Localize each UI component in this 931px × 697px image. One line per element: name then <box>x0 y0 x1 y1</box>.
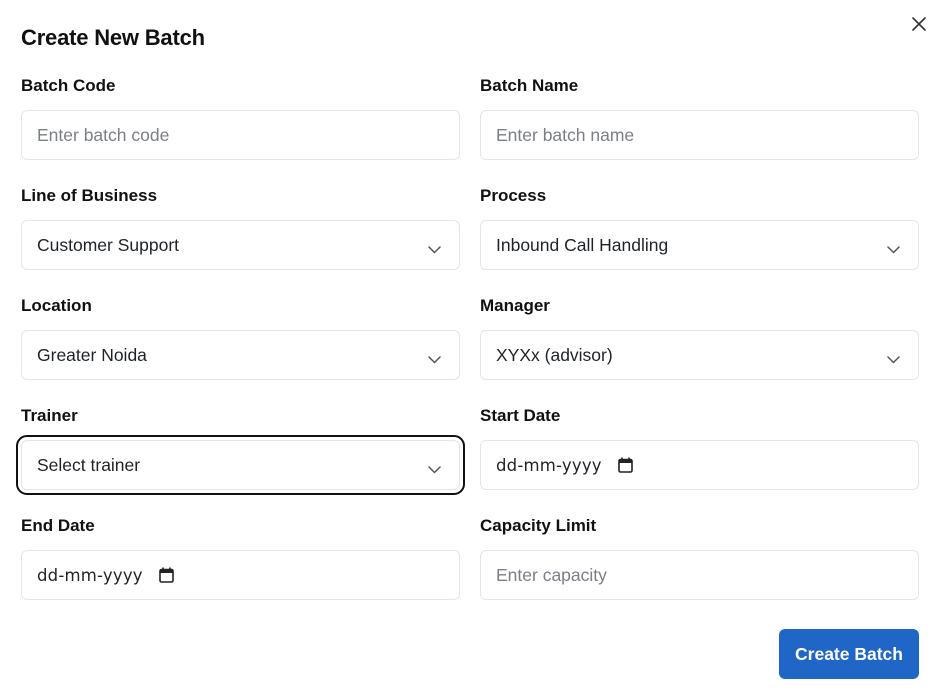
dialog-title: Create New Batch <box>21 25 205 50</box>
batch-name-field: Batch Name Enter batch name <box>480 75 919 160</box>
calendar-icon[interactable] <box>158 567 174 583</box>
manager-select[interactable]: XYXx (advisor) <box>480 330 919 380</box>
chevron-down-icon <box>887 238 900 259</box>
end-date-label: End Date <box>21 516 95 535</box>
batch-code-field: Batch Code Enter batch code <box>21 75 460 160</box>
line-of-business-field: Line of Business Customer Support <box>21 185 460 270</box>
process-select[interactable]: Inbound Call Handling <box>480 220 919 270</box>
start-date-label: Start Date <box>480 406 561 425</box>
start-date-input[interactable]: dd-mm-yyyy <box>480 440 919 490</box>
capacity-label: Capacity Limit <box>480 516 597 535</box>
close-icon <box>912 16 926 36</box>
manager-value: XYXx (advisor) <box>496 344 613 365</box>
line-of-business-value: Customer Support <box>37 234 180 255</box>
start-date-field: Start Date dd-mm-yyyy <box>480 405 919 490</box>
location-label: Location <box>21 296 92 315</box>
process-value: Inbound Call Handling <box>496 234 669 255</box>
manager-label: Manager <box>480 296 550 315</box>
trainer-value: Select trainer <box>37 454 141 475</box>
line-of-business-select[interactable]: Customer Support <box>21 220 460 270</box>
capacity-placeholder: Enter capacity <box>496 564 607 585</box>
batch-code-placeholder: Enter batch code <box>37 124 170 145</box>
batch-code-label: Batch Code <box>21 76 116 95</box>
chevron-down-icon <box>428 348 441 369</box>
chevron-down-icon <box>887 348 900 369</box>
end-date-value: dd-mm-yyyy <box>37 565 143 585</box>
capacity-input[interactable]: Enter capacity <box>480 550 919 600</box>
trainer-field: Trainer Select trainer <box>16 405 465 495</box>
location-value: Greater Noida <box>37 344 147 365</box>
batch-name-label: Batch Name <box>480 76 579 95</box>
manager-field: Manager XYXx (advisor) <box>480 295 919 380</box>
location-select[interactable]: Greater Noida <box>21 330 460 380</box>
capacity-field: Capacity Limit Enter capacity <box>480 515 919 600</box>
close-button[interactable] <box>905 12 931 40</box>
batch-name-input[interactable]: Enter batch name <box>480 110 919 160</box>
chevron-down-icon <box>428 238 441 259</box>
location-field: Location Greater Noida <box>21 295 460 380</box>
calendar-icon[interactable] <box>617 457 633 473</box>
process-field: Process Inbound Call Handling <box>480 185 919 270</box>
end-date-field: End Date dd-mm-yyyy <box>21 515 460 600</box>
batch-code-input[interactable]: Enter batch code <box>21 110 460 160</box>
end-date-input[interactable]: dd-mm-yyyy <box>21 550 460 600</box>
process-label: Process <box>480 186 547 205</box>
trainer-select[interactable]: Select trainer <box>16 435 465 495</box>
line-of-business-label: Line of Business <box>21 186 158 205</box>
start-date-value: dd-mm-yyyy <box>496 455 602 475</box>
batch-name-placeholder: Enter batch name <box>496 124 635 145</box>
create-batch-button[interactable]: Create Batch <box>779 629 919 679</box>
chevron-down-icon <box>428 458 441 479</box>
trainer-label: Trainer <box>21 406 78 425</box>
